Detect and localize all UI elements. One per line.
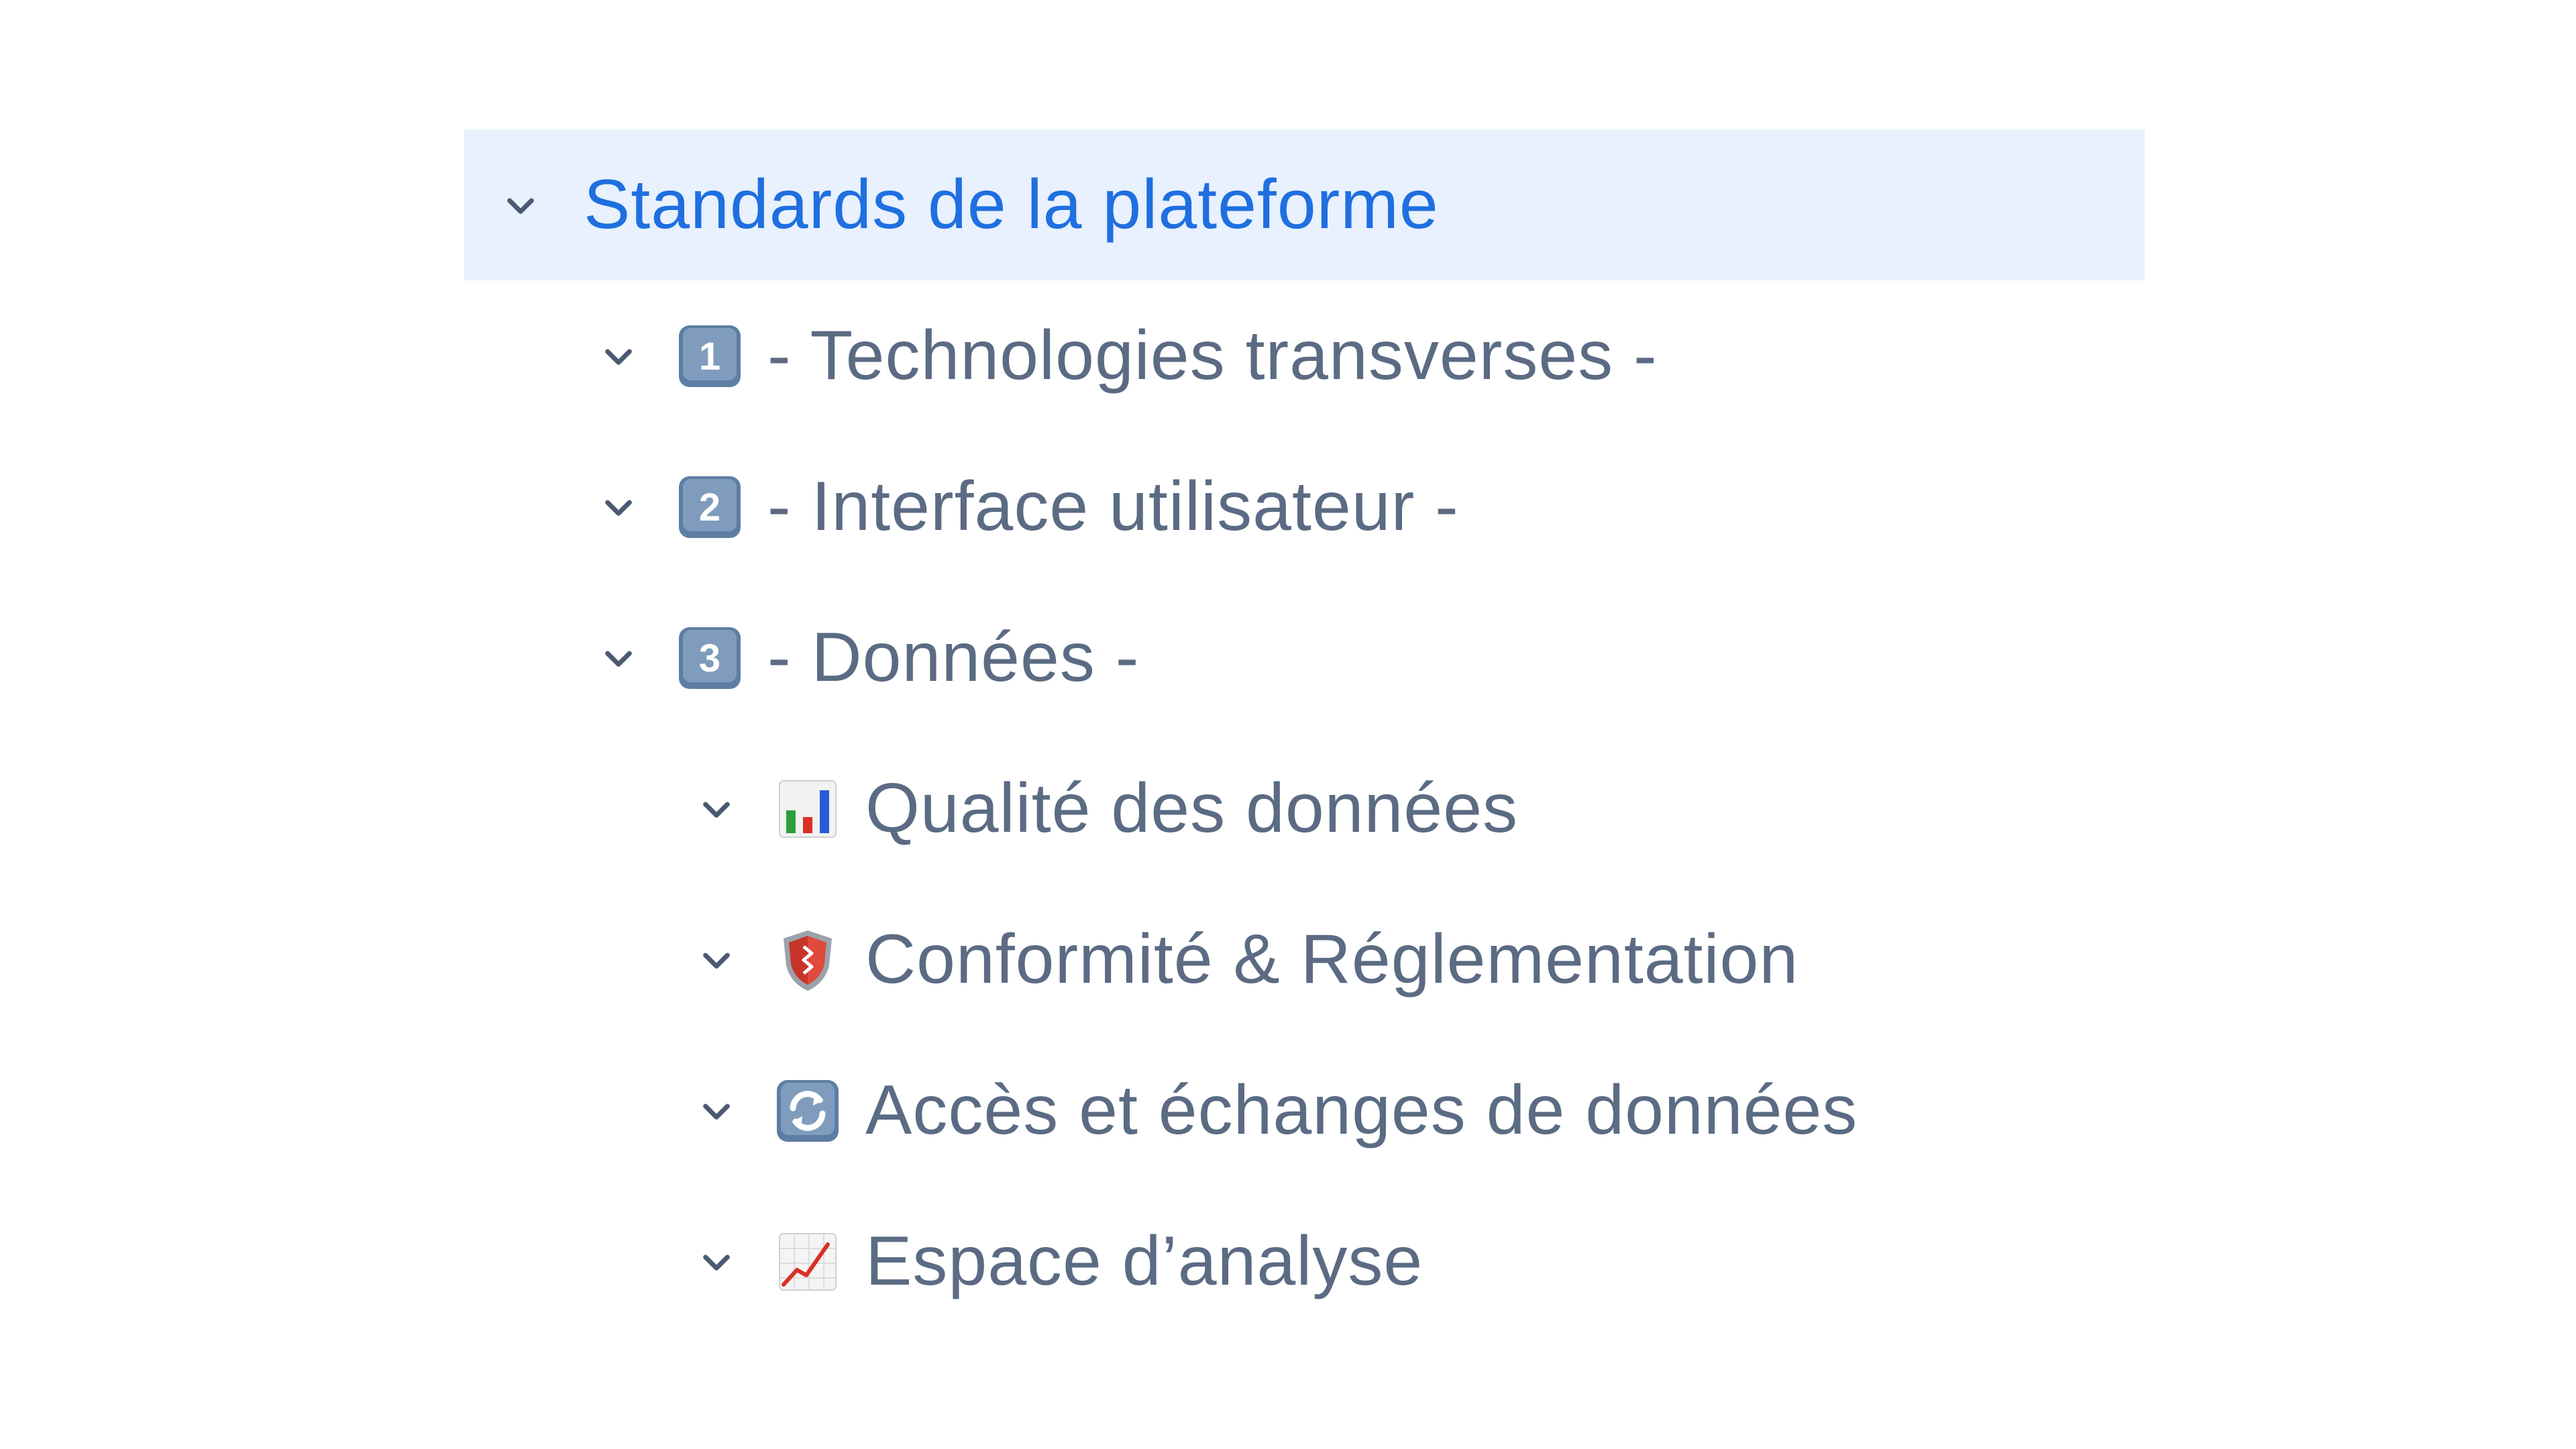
svg-text:1: 1 [699, 335, 720, 378]
chevron-down-icon[interactable] [683, 1077, 750, 1144]
tree-item-qualite[interactable]: Qualité des données [660, 733, 1518, 884]
tree-item-label: - Interface utilisateur - [767, 468, 1459, 545]
keycap-1-icon: 1 [676, 323, 743, 390]
tree-item-label: Conformité & Réglementation [865, 920, 1799, 998]
chevron-down-icon[interactable] [585, 323, 652, 390]
chevron-down-icon[interactable] [585, 625, 652, 692]
tree-item-conformite[interactable]: Conformité & Réglementation [660, 884, 1799, 1035]
tree-item-label: - Données - [767, 619, 1140, 696]
page-tree: Standards de la plateforme 1 - Technolog… [0, 0, 2576, 1449]
chevron-down-icon[interactable] [683, 775, 750, 843]
arrows-cycle-icon [774, 1077, 841, 1144]
tree-item-label: - Technologies transverses - [767, 317, 1658, 394]
keycap-3-icon: 3 [676, 625, 743, 692]
tree-item-standards[interactable]: Standards de la plateforme [464, 129, 2145, 280]
tree-item-acces[interactable]: Accès et échanges de données [660, 1035, 1858, 1186]
tree-item-label: Accès et échanges de données [865, 1071, 1858, 1149]
shield-icon [774, 926, 841, 994]
bar-chart-icon [774, 775, 841, 843]
chart-increasing-icon [774, 1228, 841, 1295]
tree-item-technologies[interactable]: 1 - Technologies transverses - [562, 280, 1658, 431]
keycap-2-icon: 2 [676, 474, 743, 541]
svg-text:2: 2 [699, 486, 720, 529]
svg-text:3: 3 [699, 637, 720, 680]
tree-item-espace-analyse[interactable]: Espace d’analyse [660, 1186, 1423, 1337]
chevron-down-icon[interactable] [487, 172, 554, 239]
tree-item-label: Espace d’analyse [865, 1222, 1424, 1300]
chevron-down-icon[interactable] [585, 474, 652, 541]
tree-item-label: Standards de la plateforme [584, 166, 1439, 244]
chevron-down-icon[interactable] [683, 926, 750, 994]
tree-item-interface[interactable]: 2 - Interface utilisateur - [562, 431, 1459, 582]
tree-item-label: Qualité des données [865, 769, 1519, 847]
tree-item-donnees[interactable]: 3 - Données - [562, 582, 1139, 733]
chevron-down-icon[interactable] [683, 1228, 750, 1295]
